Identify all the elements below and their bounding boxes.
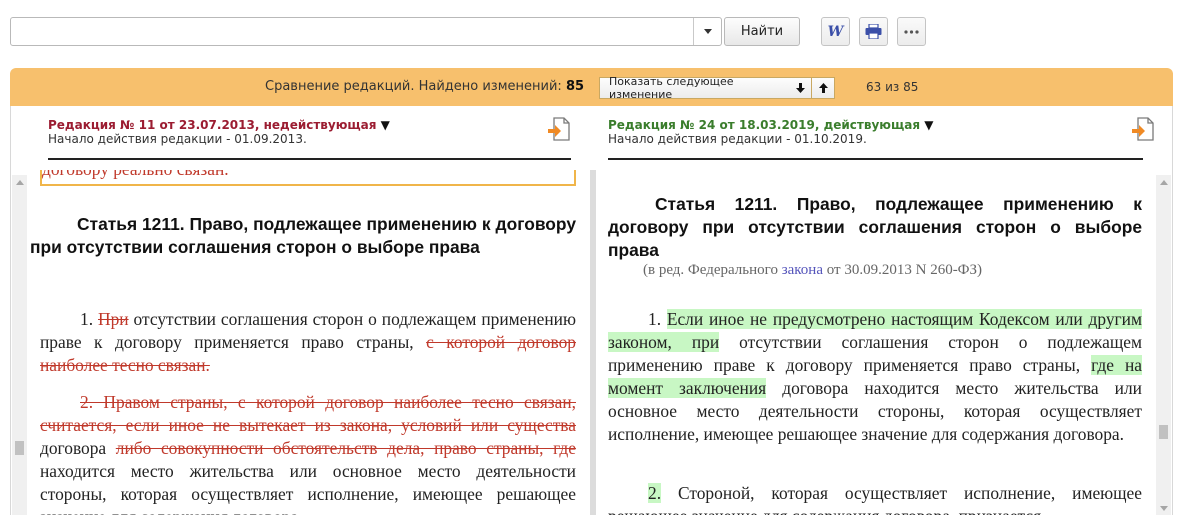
left-scroll-up[interactable] — [12, 177, 27, 187]
search-dropdown-button[interactable] — [693, 18, 721, 45]
export-word-button[interactable]: W — [821, 17, 850, 46]
next-change-down-button[interactable] — [790, 78, 812, 98]
right-scroll-thumb[interactable] — [1159, 425, 1168, 439]
export-icon[interactable] — [547, 117, 571, 141]
arrow-down-icon — [795, 83, 805, 93]
arrow-up-icon — [818, 83, 828, 93]
left-edition-dropdown-icon: ▼ — [380, 118, 390, 132]
scroll-up-icon — [1159, 179, 1168, 185]
find-button[interactable]: Найти — [724, 17, 800, 46]
right-edition-header: Редакция № 24 от 18.03.2019, действующая… — [608, 118, 1143, 160]
left-p1-deleted-a: При — [98, 309, 129, 329]
comparison-bar: Сравнение редакций. Найдено изменений: 8… — [10, 68, 1173, 106]
next-change-button[interactable]: Показать следующее изменение — [599, 75, 835, 101]
left-article-heading: Статья 1211. Право, подлежащее применени… — [30, 214, 576, 257]
right-article-heading: Статья 1211. Право, подлежащее применени… — [608, 194, 1142, 260]
panel-splitter[interactable] — [590, 170, 596, 515]
left-p1-number: 1. — [80, 309, 94, 329]
right-edition-title[interactable]: Редакция № 24 от 18.03.2019, действующая… — [608, 118, 1143, 132]
right-edition-dropdown-icon: ▼ — [924, 118, 934, 132]
more-button[interactable] — [897, 17, 926, 46]
amendment-law-link[interactable]: закона — [782, 262, 823, 278]
right-document: Статья 1211. Право, подлежащее применени… — [600, 170, 1156, 515]
left-header-rule — [48, 158, 571, 160]
comparison-summary: Сравнение редакций. Найдено изменений: 8… — [265, 79, 584, 94]
chevron-down-icon — [703, 29, 712, 34]
right-frame-border — [1172, 106, 1173, 515]
left-scroll-thumb[interactable] — [15, 441, 24, 455]
left-p2-text-b: находится место жительства или основное … — [40, 461, 576, 515]
print-button[interactable] — [859, 17, 888, 46]
amendment-note-suffix: от 30.09.2013 N 260-ФЗ) — [826, 262, 983, 278]
right-header-rule — [608, 158, 1143, 160]
left-frame-border — [10, 106, 11, 515]
right-scroll-down[interactable] — [1156, 503, 1171, 513]
left-p2-deleted-a: 2. Правом страны, с которой договор наиб… — [40, 392, 576, 435]
search-box — [10, 17, 722, 46]
right-scroll-up[interactable] — [1156, 177, 1171, 187]
right-p1-number: 1. — [648, 309, 662, 329]
word-icon: W — [827, 23, 844, 40]
right-p2-number: 2. — [648, 483, 662, 503]
print-icon — [865, 24, 882, 39]
amendment-note-prefix: (в ред. Федерального — [643, 262, 778, 278]
right-edition-start: Начало действия редакции - 01.10.2019. — [608, 132, 867, 146]
previous-paragraph-tail: договору реально связан. — [42, 170, 229, 181]
left-edition-start: Начало действия редакции - 01.09.2013. — [48, 132, 307, 146]
more-icon — [904, 29, 919, 34]
left-edition-title[interactable]: Редакция № 11 от 23.07.2013, недействующ… — [48, 118, 573, 132]
comparison-label: Сравнение редакций. Найдено изменений: — [265, 79, 562, 94]
left-paragraph-1: 1. При отсутствии соглашения сторон о по… — [40, 308, 576, 377]
changes-count: 85 — [565, 79, 585, 94]
search-input[interactable] — [13, 20, 697, 45]
previous-change-up-button[interactable] — [811, 78, 834, 98]
left-document: договору реально связан. Статья 1211. Пр… — [28, 170, 589, 515]
left-scrollbar[interactable] — [12, 175, 27, 515]
right-p2-text: Стороной, которая осуществляет исполнени… — [608, 483, 1142, 515]
change-counter: 63 из 85 — [866, 80, 919, 94]
right-paragraph-1: 1. Если иное не предусмотрено настоящим … — [608, 308, 1142, 446]
left-p2-deleted-b: либо совокупности обстоятельств дела, пр… — [115, 438, 576, 458]
left-paragraph-2: 2. Правом страны, с которой договор наиб… — [40, 391, 576, 515]
left-edition-header: Редакция № 11 от 23.07.2013, недействующ… — [48, 118, 573, 160]
amendment-note: (в ред. Федерального закона от 30.09.201… — [643, 262, 982, 279]
highlighted-previous-fragment: договору реально связан. — [40, 170, 576, 186]
export-icon[interactable] — [1131, 117, 1155, 141]
next-change-label: Показать следующее изменение — [609, 75, 734, 101]
scroll-down-icon — [1159, 505, 1168, 511]
right-paragraph-2: 2. Стороной, которая осуществляет исполн… — [608, 482, 1142, 515]
scroll-up-icon — [15, 179, 24, 185]
right-scrollbar[interactable] — [1156, 175, 1171, 515]
left-p2-text-a: договора — [40, 438, 107, 458]
